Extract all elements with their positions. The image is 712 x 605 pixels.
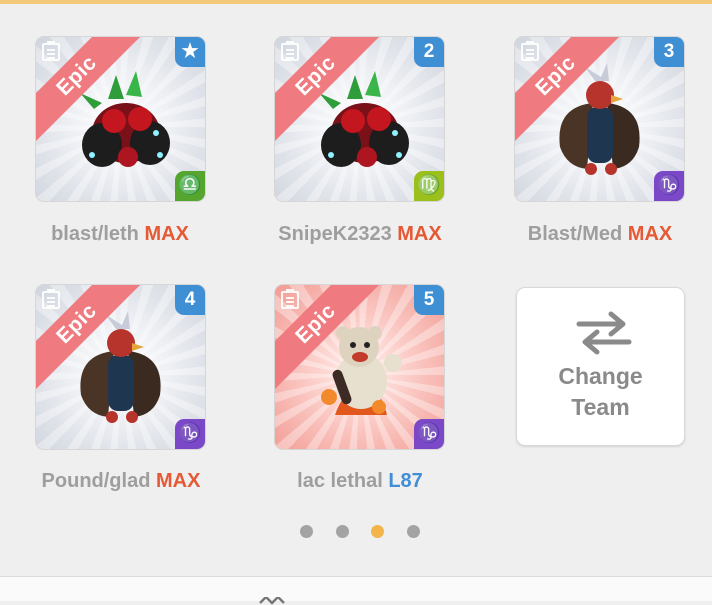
slot-number-badge: 4 — [175, 285, 205, 315]
monster-level: MAX — [144, 223, 189, 245]
monster-card-5[interactable]: Epic 5 ♑ — [275, 285, 444, 449]
bottom-bar-icon[interactable] — [258, 597, 288, 605]
monster-label-3: Blast/Med MAX — [485, 223, 712, 246]
notes-icon[interactable] — [42, 289, 60, 309]
monster-card-3[interactable]: Epic 3 ♑ — [515, 37, 684, 201]
monster-label-1: blast/leth MAX — [5, 223, 235, 246]
notes-icon[interactable] — [281, 41, 299, 61]
capricorn-icon: ♑ — [414, 419, 444, 449]
swap-arrows-icon — [576, 311, 632, 355]
libra-icon: ♎ — [175, 171, 205, 201]
star-icon: ★ — [175, 37, 205, 67]
notes-icon[interactable] — [521, 41, 539, 61]
page-dot-3[interactable] — [371, 525, 384, 538]
page-dot-2[interactable] — [336, 525, 349, 538]
monster-card-4[interactable]: Epic 4 ♑ — [36, 285, 205, 449]
monster-name: SnipeK2323 — [278, 223, 392, 245]
monster-name: lac lethal — [297, 470, 383, 492]
notes-icon[interactable] — [42, 41, 60, 61]
notes-icon[interactable] — [281, 289, 299, 309]
page-dot-4[interactable] — [407, 525, 420, 538]
monster-name: blast/leth — [51, 223, 139, 245]
page-dot-1[interactable] — [300, 525, 313, 538]
change-team-button[interactable]: Change Team — [516, 287, 685, 446]
bottom-bar — [0, 576, 712, 605]
top-accent-line — [0, 0, 712, 4]
monster-label-2: SnipeK2323 MAX — [245, 223, 475, 246]
monster-level: MAX — [397, 223, 442, 245]
slot-number-badge: 2 — [414, 37, 444, 67]
monster-card-1[interactable]: Epic ★ ♎ — [36, 37, 205, 201]
monster-level: MAX — [627, 223, 673, 245]
capricorn-icon: ♑ — [654, 171, 684, 201]
virgo-icon: ♍ — [414, 171, 444, 201]
capricorn-icon: ♑ — [175, 419, 205, 449]
monster-label-4: Pound/glad MAX — [6, 470, 236, 493]
monster-name: Blast/Med — [527, 223, 623, 245]
slot-number-badge: 3 — [654, 37, 684, 67]
change-team-label: Change Team — [558, 363, 643, 420]
monster-card-2[interactable]: Epic 2 ♍ — [275, 37, 444, 201]
monster-name: Pound/glad — [41, 470, 151, 492]
monster-level: MAX — [156, 470, 201, 492]
monster-label-5: lac lethal L87 — [245, 470, 475, 493]
slot-number-badge: 5 — [414, 285, 444, 315]
monster-level: L87 — [388, 470, 423, 492]
